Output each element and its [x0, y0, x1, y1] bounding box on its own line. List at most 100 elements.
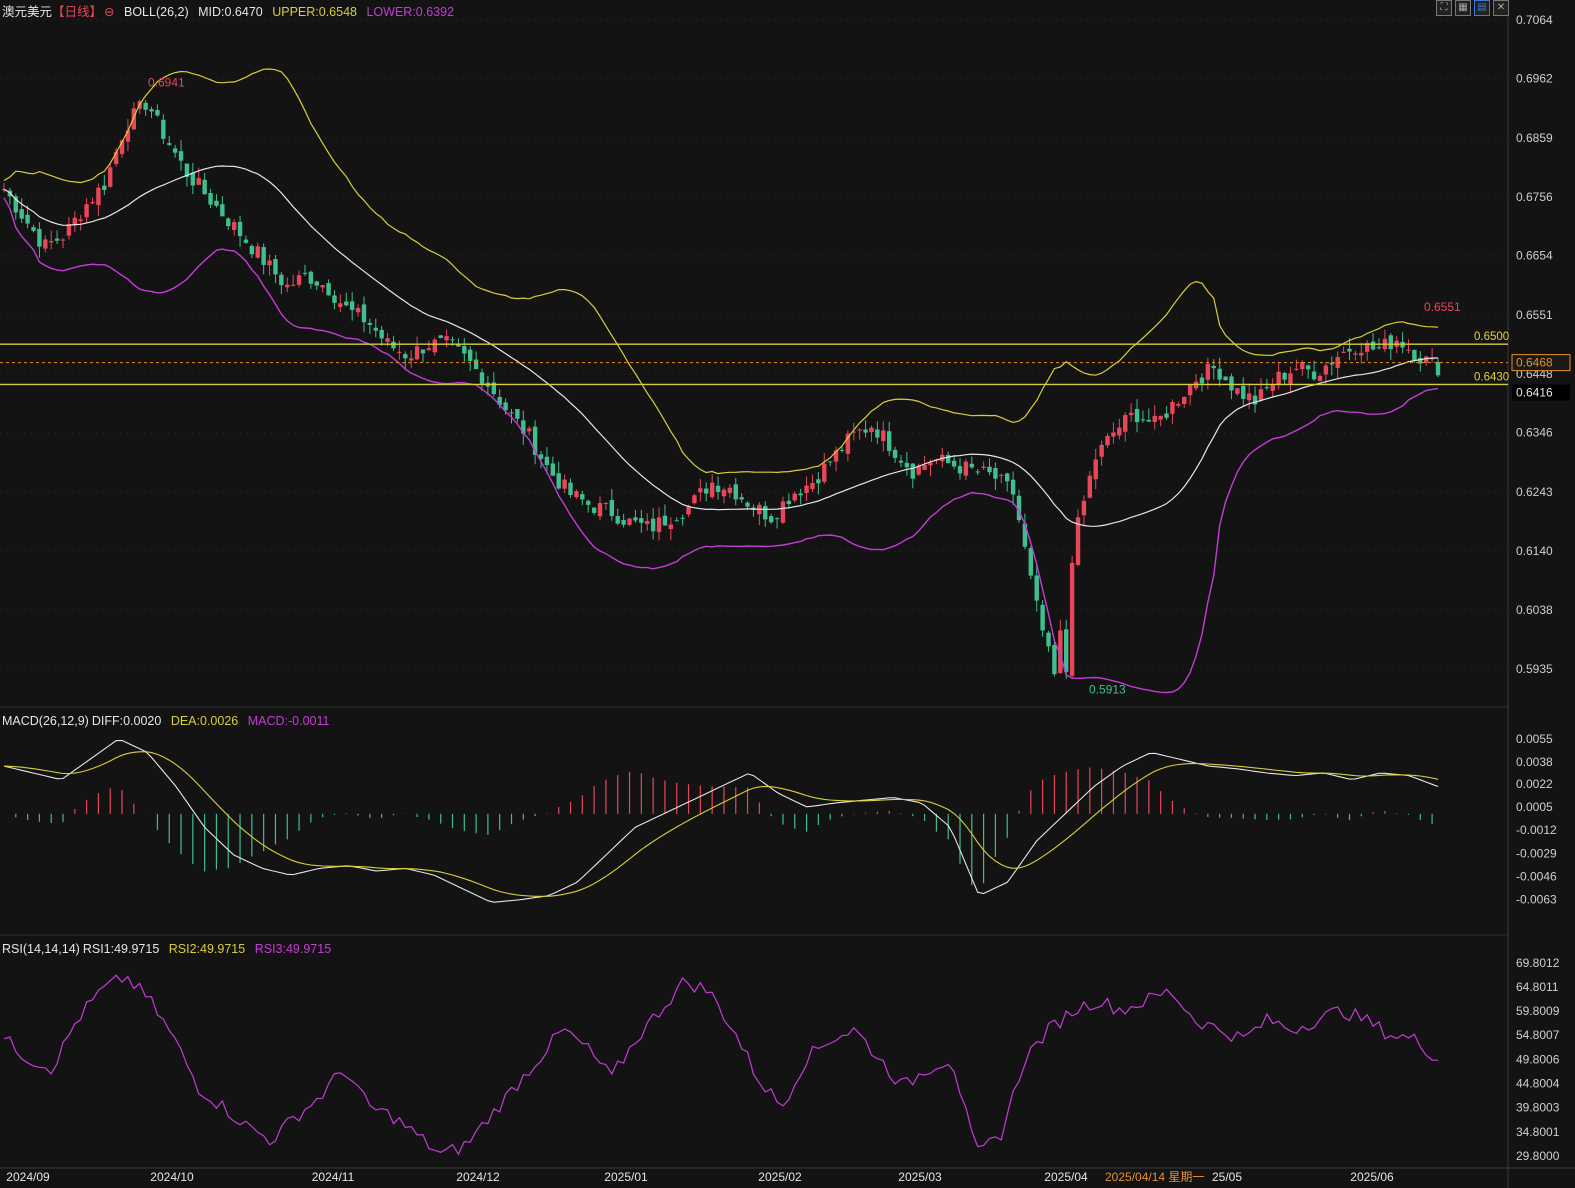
candle-body — [1341, 351, 1346, 353]
candle-body — [1235, 388, 1240, 394]
candle-body — [550, 463, 556, 476]
candle-body — [999, 474, 1004, 476]
candle-body — [1282, 372, 1287, 380]
candle-body — [1323, 365, 1329, 375]
candle-body — [804, 485, 809, 494]
candle-body — [739, 497, 744, 500]
candle-body — [355, 307, 361, 313]
boll-lower: LOWER:0.6392 — [366, 5, 455, 19]
candle-body — [922, 465, 927, 470]
candle-body — [302, 272, 308, 274]
candle-body — [869, 427, 874, 433]
candle-body — [90, 202, 95, 204]
candle-body — [1353, 353, 1358, 355]
macd-tick-label: 0.0055 — [1516, 732, 1553, 746]
macd-tick-label: 0.0022 — [1516, 777, 1553, 791]
x-axis-label: 2025/02 — [758, 1170, 802, 1184]
candle-body — [621, 520, 626, 525]
candle-body — [172, 148, 178, 153]
candle-body — [810, 482, 815, 490]
candle-body — [515, 409, 520, 419]
candle-body — [279, 274, 284, 286]
macd-value: MACD:-0.0011 — [247, 714, 330, 728]
price-tick-label: 0.6859 — [1516, 131, 1553, 145]
rsi-tick-label: 39.8003 — [1516, 1101, 1560, 1115]
candle-body — [373, 327, 378, 331]
current-price-label: 0.6468 — [1516, 356, 1553, 370]
horizontal-line-label: 0.6500 — [1474, 331, 1509, 343]
grid-icon[interactable]: ▦ — [1455, 0, 1471, 16]
candle-body — [78, 219, 83, 221]
candle-body — [462, 346, 467, 354]
x-axis-label: 2024/12 — [456, 1170, 500, 1184]
candle-body — [414, 346, 420, 360]
candle-body — [1264, 387, 1270, 389]
boll-mid: MID:0.6470 — [198, 5, 263, 19]
rsi2-value: RSI2:49.9715 — [168, 942, 246, 956]
candle-body — [680, 517, 685, 519]
candle-body — [255, 246, 260, 258]
candle-body — [709, 482, 715, 498]
candle-body — [987, 466, 992, 473]
main-legend: 澳元美元【日线】 ⊖ BOLL(26,2) MID:0.6470 UPPER:0.… — [2, 1, 460, 20]
x-axis-label: 2025/06 — [1350, 1170, 1394, 1184]
candle-body — [338, 303, 343, 308]
candle-body — [349, 301, 355, 310]
candle-body — [285, 284, 290, 288]
candle-body — [273, 259, 278, 275]
close-icon[interactable]: ✕ — [1493, 0, 1509, 16]
candle-body — [957, 466, 963, 474]
rsi-legend: RSI(14,14,14) RSI1:49.9715 RSI2:49.9715 R… — [2, 942, 337, 956]
candle-body — [627, 518, 632, 525]
macd-tick-label: -0.0046 — [1516, 870, 1557, 884]
candle-body — [1064, 629, 1069, 672]
period-label[interactable]: 【日线】 — [52, 5, 102, 19]
boll-name[interactable]: BOLL(26,2) — [124, 5, 189, 19]
candle-body — [898, 460, 904, 463]
macd-name[interactable]: MACD(26,12,9) — [2, 714, 89, 728]
candle-body — [1105, 435, 1110, 446]
macd-tick-label: -0.0063 — [1516, 893, 1557, 907]
candle-body — [975, 471, 980, 473]
candle-body — [768, 516, 774, 523]
candle-body — [196, 178, 201, 185]
recent-high-annotation: 0.6551 — [1424, 300, 1461, 314]
candle-body — [1217, 368, 1222, 380]
candle-body — [993, 467, 998, 479]
boll-upper-line — [3, 68, 1439, 475]
macd-legend: MACD(26,12,9) DIFF:0.0020 DEA:0.0026 MACD… — [2, 714, 335, 728]
candle-body — [1028, 548, 1034, 576]
candle-body — [1117, 427, 1122, 436]
fullscreen-icon[interactable]: ⛶ — [1436, 0, 1452, 16]
candle-body — [37, 228, 42, 247]
candle-body — [645, 520, 650, 525]
candle-body — [1176, 404, 1181, 406]
candle-body — [149, 109, 154, 112]
candle-body — [1152, 415, 1157, 422]
candle-body — [1081, 500, 1087, 516]
candle-body — [1182, 396, 1187, 405]
candle-body — [839, 449, 845, 451]
candle-body — [556, 473, 561, 489]
candle-body — [1093, 459, 1098, 480]
candle-body — [586, 500, 591, 505]
rsi-line — [3, 974, 1439, 1156]
candle-body — [361, 304, 367, 323]
candle-body — [544, 456, 550, 466]
candle-body — [308, 271, 314, 284]
rsi-name[interactable]: RSI(14,14,14) — [2, 942, 80, 956]
candlestick-chart[interactable]: 0.7064 0.6962 0.6859 0.6756 0.6654 0.6551 0.64… — [0, 0, 1575, 1188]
macd-tick-label: 0.0038 — [1516, 755, 1553, 769]
settings-icon[interactable]: ⊖ — [104, 5, 114, 19]
price-tick-label: 0.6654 — [1516, 249, 1553, 263]
candle-body — [19, 209, 24, 219]
candle-body — [910, 463, 915, 479]
layout-icon[interactable]: ▤ — [1474, 0, 1490, 16]
candle-body — [108, 167, 113, 187]
candle-body — [131, 108, 137, 130]
candle-body — [727, 487, 733, 493]
candle-body — [54, 238, 60, 241]
candle-body — [733, 484, 738, 500]
x-axis-label: 25/05 — [1212, 1170, 1242, 1184]
candle-body — [444, 336, 449, 341]
